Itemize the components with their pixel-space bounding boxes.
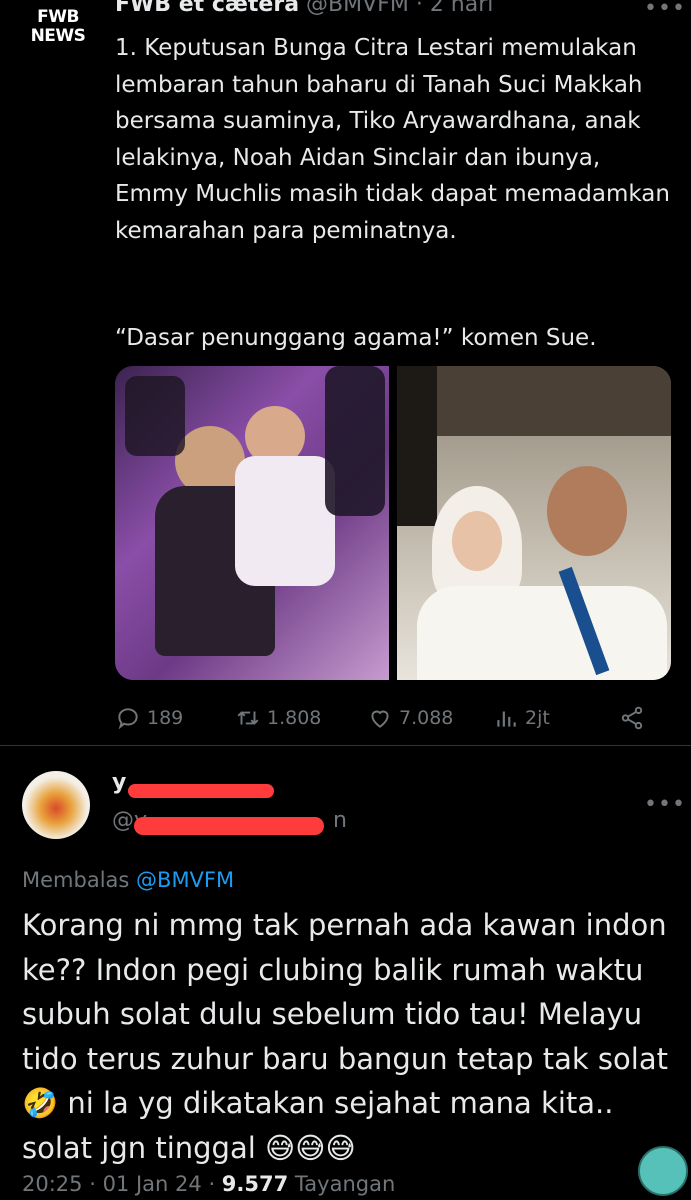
author-handle[interactable]: @BMVFM	[306, 0, 409, 17]
avatar-text-line-1: FWB	[37, 7, 79, 27]
tweet-header: FWB et cætera @BMVFM · 2 hari	[115, 0, 493, 18]
reply-view-label: Tayangan	[294, 1172, 396, 1196]
reply-meta: 20:25 · 01 Jan 24 · 9.577 Tayangan	[22, 1172, 396, 1196]
tweet-paragraph: 1. Keputusan Bunga Citra Lestari memulak…	[115, 35, 670, 244]
replying-to-label: Membalas	[22, 868, 130, 892]
share-button[interactable]	[619, 700, 645, 736]
retweet-count: 1.808	[267, 707, 322, 729]
reply-icon	[118, 708, 138, 730]
tweet-media[interactable]	[115, 366, 671, 680]
photo-makkah[interactable]	[397, 366, 671, 680]
retweet-icon	[237, 711, 259, 725]
avatar-fwb-news[interactable]: FWB NEWS	[22, 8, 94, 46]
floating-action-button[interactable]	[638, 1146, 688, 1196]
avatar-text-line-2: NEWS	[30, 26, 86, 46]
reply-author-name[interactable]: y	[112, 770, 126, 795]
like-count: 7.088	[399, 707, 454, 729]
author-name[interactable]: FWB et cætera	[115, 0, 299, 17]
views-icon	[497, 711, 516, 727]
redaction-handle	[134, 817, 324, 835]
reply-time[interactable]: 20:25	[22, 1172, 83, 1196]
views-count: 2jt	[525, 707, 550, 729]
reply-count: 189	[147, 707, 184, 729]
redaction-name	[128, 784, 274, 798]
more-icon[interactable]: •••	[644, 0, 685, 22]
reply-handle-suffix: n	[333, 808, 347, 833]
separator-dot: ·	[415, 0, 423, 17]
retweet-button[interactable]: 1.808	[235, 700, 321, 736]
replying-to-handle[interactable]: @BMVFM	[136, 868, 234, 892]
like-button[interactable]: 7.088	[367, 700, 453, 736]
reply-button[interactable]: 189	[115, 700, 183, 736]
reply-text: Korang ni mmg tak pernah ada kawan indon…	[22, 908, 668, 1165]
share-icon	[621, 706, 643, 730]
reply-date[interactable]: 01 Jan 24	[103, 1172, 202, 1196]
tweet-actions: 189 1.808 7.088 2jt	[115, 700, 675, 736]
avatar[interactable]	[22, 771, 90, 839]
reply-view-count: 9.577	[221, 1172, 289, 1196]
like-icon	[371, 710, 389, 728]
quoted-tweet: FWB NEWS FWB et cætera @BMVFM · 2 hari •…	[0, 0, 691, 745]
views-button[interactable]: 2jt	[493, 700, 550, 736]
tweet-quote-line: “Dasar penunggang agama!” komen Sue.	[115, 325, 597, 351]
replying-to: Membalas @BMVFM	[22, 868, 234, 892]
tweet-text: 1. Keputusan Bunga Citra Lestari memulak…	[115, 30, 675, 285]
more-icon[interactable]: •••	[644, 794, 685, 818]
tweet-time[interactable]: 2 hari	[430, 0, 494, 17]
divider	[0, 745, 691, 746]
photo-party[interactable]	[115, 366, 389, 680]
